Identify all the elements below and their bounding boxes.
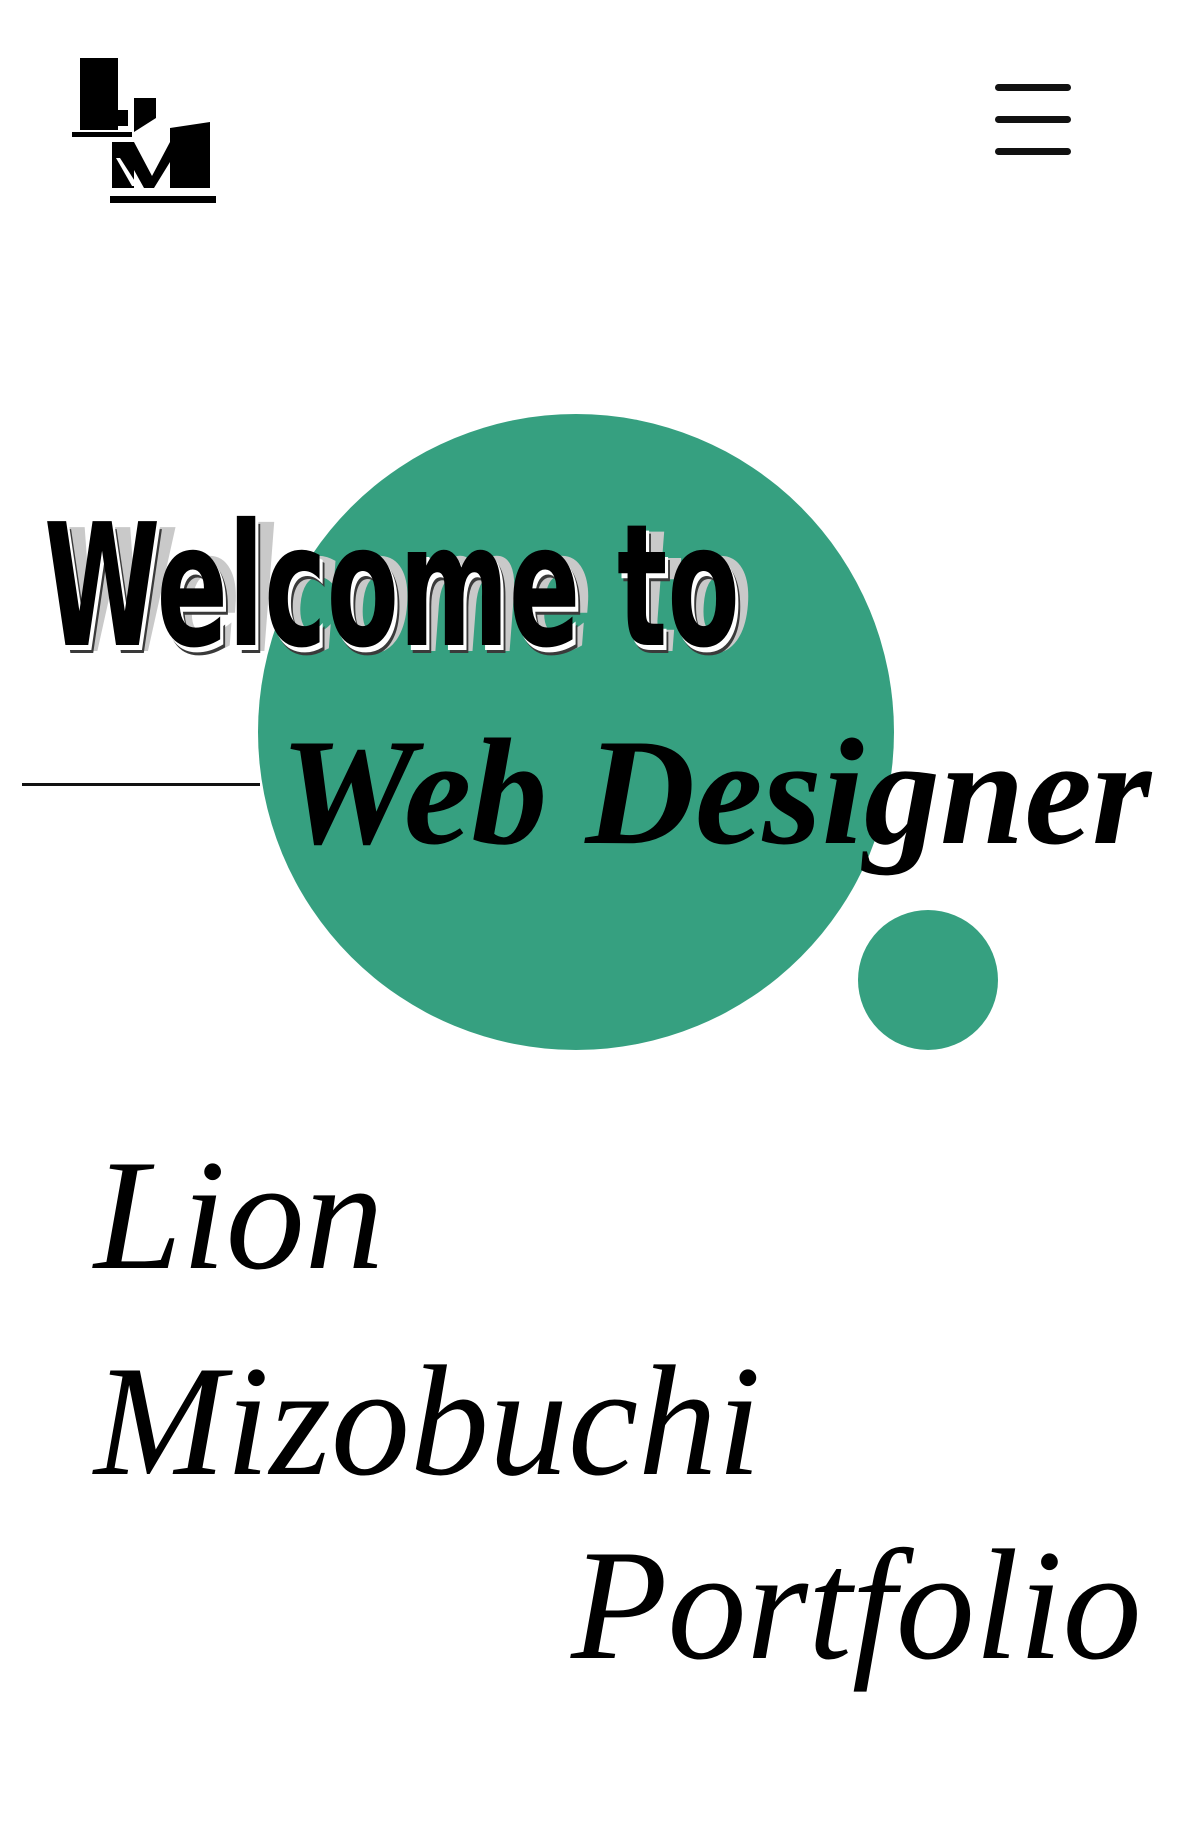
name-first: Lion [94,1128,384,1303]
welcome-title: Welcome to [44,488,740,686]
lm-monogram-logo-icon [72,58,216,203]
name-last: Mizobuchi [94,1334,762,1509]
hero-dot-decoration [858,910,998,1050]
menu-button[interactable] [990,78,1076,160]
role-title: Web Designer [280,708,1152,876]
hero-divider-line [22,783,260,786]
portfolio-label: Portfolio [571,1518,1142,1693]
